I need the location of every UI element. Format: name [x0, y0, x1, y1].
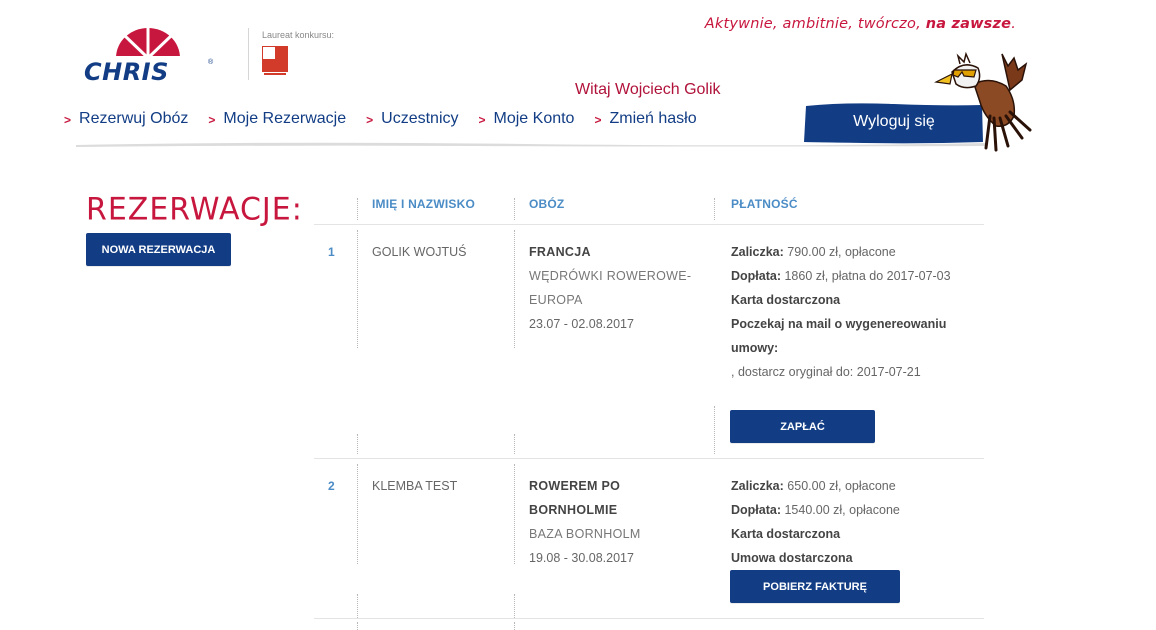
deposit-value: 650.00 zł, opłacone — [787, 479, 896, 493]
nav-label: Uczestnicy — [381, 110, 459, 127]
eagle-mascot-icon — [934, 51, 1032, 152]
award-badge-icon — [262, 46, 288, 75]
deposit-line: Zaliczka: 650.00 zł, opłacone — [731, 474, 981, 498]
logo-wordmark: CHRIS — [84, 58, 169, 86]
nav-label: Zmień hasło — [609, 110, 697, 127]
deposit-value: 790.00 zł, opłacone — [787, 245, 896, 259]
camp-subtitle: EUROPA — [529, 293, 583, 307]
column-separator — [357, 434, 358, 454]
participant-name: GOLIK WOJTUŚ — [372, 245, 467, 259]
row-number: 2 — [328, 479, 335, 493]
page-title: REZERWACJE: — [86, 191, 303, 228]
nav-item-zmien-haslo[interactable]: > Zmień hasło — [594, 110, 696, 128]
payment-cell: Zaliczka: 790.00 zł, opłacone Dopłata: 1… — [731, 240, 981, 384]
contract-status-cont: umowy: — [731, 341, 779, 355]
camp-name-cont: BORNHOLMIE — [529, 503, 618, 517]
deposit-label: Zaliczka: — [731, 479, 784, 493]
column-separator — [714, 198, 715, 220]
nav-item-moje-konto[interactable]: > Moje Konto — [479, 110, 575, 128]
logo-sun-icon — [112, 27, 186, 62]
nav-arrow-icon: > — [64, 112, 72, 127]
column-separator — [357, 622, 358, 630]
camp-dates: 23.07 - 02.08.2017 — [529, 317, 634, 331]
surcharge-label: Dopłata: — [731, 503, 781, 517]
nav-label: Rezerwuj Obóz — [79, 110, 189, 127]
column-separator — [514, 434, 515, 454]
payment-cell: Zaliczka: 650.00 zł, opłacone Dopłata: 1… — [731, 474, 981, 570]
nav-label: Moje Konto — [493, 110, 575, 127]
surcharge-line: Dopłata: 1540.00 zł, opłacone — [731, 498, 981, 522]
nav-label: Moje Rezerwacje — [223, 110, 347, 127]
new-reservation-button[interactable]: NOWA REZERWACJA — [86, 233, 231, 266]
row-divider — [314, 618, 984, 619]
nav-arrow-icon: > — [208, 112, 216, 127]
column-separator — [514, 622, 515, 630]
deposit-label: Zaliczka: — [731, 245, 784, 259]
column-separator — [357, 594, 358, 618]
column-separator — [514, 464, 515, 564]
logo-registered-mark: ® — [208, 59, 214, 66]
nav-item-rezerwuj-oboz[interactable]: > Rezerwuj Obóz — [64, 110, 188, 128]
column-separator — [514, 230, 515, 348]
column-separator — [357, 230, 358, 348]
card-status: Karta dostarczona — [731, 527, 841, 541]
nav-arrow-icon: > — [478, 112, 486, 127]
participant-name: KLEMBA TEST — [372, 479, 458, 493]
column-separator — [357, 464, 358, 564]
column-header-name: IMIĘ I NAZWISKO — [372, 197, 475, 211]
row-number: 1 — [328, 245, 335, 259]
chris-logo[interactable]: CHRIS ® — [84, 26, 218, 86]
camp-dates: 19.08 - 30.08.2017 — [529, 551, 634, 565]
header-divider — [248, 28, 249, 80]
column-separator — [357, 198, 358, 220]
download-invoice-button[interactable]: POBIERZ FAKTURĘ — [730, 570, 900, 603]
nav-item-uczestnicy[interactable]: > Uczestnicy — [366, 110, 458, 128]
pay-button[interactable]: ZAPŁAĆ — [730, 410, 875, 443]
column-separator — [514, 198, 515, 220]
slogan-end: . — [1011, 16, 1016, 32]
original-deadline: , dostarcz oryginał do: 2017-07-21 — [731, 365, 921, 379]
camp-name: FRANCJA — [529, 245, 591, 259]
camp-cell: FRANCJA WĘDRÓWKI ROWEROWE- EUROPA 23.07 … — [529, 240, 709, 336]
card-status: Karta dostarczona — [731, 293, 841, 307]
slogan-bold: na zawsze — [925, 16, 1012, 32]
deposit-line: Zaliczka: 790.00 zł, opłacone — [731, 240, 981, 264]
surcharge-label: Dopłata: — [731, 269, 781, 283]
contract-status: Poczekaj na mail o wygenereowaniu — [731, 317, 947, 331]
surcharge-line: Dopłata: 1860 zł, płatna do 2017-07-03 — [731, 264, 981, 288]
slogan-text: Aktywnie, ambitnie, twórczo, — [704, 16, 921, 32]
surcharge-value: 1860 zł, płatna do 2017-07-03 — [784, 269, 951, 283]
column-header-payment: PŁATNOŚĆ — [731, 197, 798, 211]
contract-status: Umowa dostarczona — [731, 551, 853, 565]
column-separator — [514, 594, 515, 618]
nav-item-moje-rezerwacje[interactable]: > Moje Rezerwacje — [208, 110, 346, 128]
nav-arrow-icon: > — [366, 112, 374, 127]
surcharge-value: 1540.00 zł, opłacone — [784, 503, 900, 517]
laureat-label: Laureat konkursu: — [262, 30, 335, 40]
camp-name: ROWEREM PO — [529, 479, 621, 493]
row-divider — [314, 458, 984, 459]
camp-subtitle: BAZA BORNHOLM — [529, 527, 641, 541]
column-separator — [714, 406, 715, 454]
column-header-camp: OBÓZ — [529, 197, 565, 211]
camp-subtitle: WĘDRÓWKI ROWEROWE- — [529, 269, 692, 283]
main-nav: > Rezerwuj Obóz > Moje Rezerwacje > Ucze… — [64, 110, 717, 128]
slogan: Aktywnie, ambitnie, twórczo, na zawsze. — [705, 16, 1016, 32]
row-divider — [314, 224, 984, 225]
nav-arrow-icon: > — [594, 112, 602, 127]
welcome-message: Witaj Wojciech Golik — [575, 81, 721, 98]
camp-cell: ROWEREM PO BORNHOLMIE BAZA BORNHOLM 19.0… — [529, 474, 709, 570]
